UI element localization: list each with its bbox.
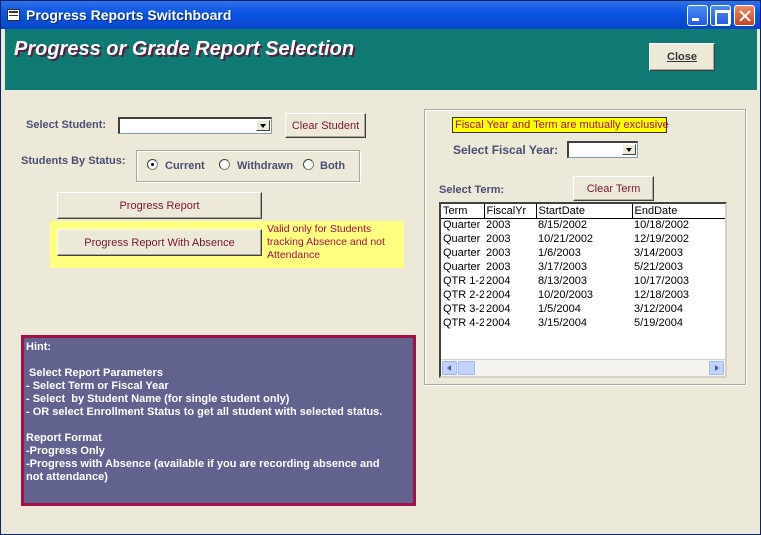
hint-line: not attendance) xyxy=(26,471,108,483)
clear-student-button[interactable]: Clear Student xyxy=(285,113,366,138)
term-cell: 2004 xyxy=(486,289,511,301)
progress-report-button[interactable]: Progress Report xyxy=(57,192,262,219)
term-row[interactable]: QTR 4-2 2004 3/15/2004 5/19/2004 xyxy=(441,316,725,330)
column-header[interactable]: FiscalYr xyxy=(484,204,537,219)
term-cell: 10/21/2002 xyxy=(538,233,594,245)
term-table: Term FiscalYr StartDate EndDate Quarter 2003… xyxy=(441,204,725,330)
fiscal-year-combo[interactable] xyxy=(567,141,638,158)
hint-line: -Progress with Absence (available if you… xyxy=(26,458,380,470)
term-cell: 5/21/2003 xyxy=(634,261,683,273)
hint-line: - Select by Student Name (for single stu… xyxy=(26,393,290,405)
term-cell: QTR 2-2 xyxy=(443,289,484,301)
hint-line: Report Format xyxy=(26,432,102,444)
chevron-down-icon[interactable] xyxy=(622,144,636,155)
hint-line: - OR select Enrollment Status to get all… xyxy=(26,406,383,418)
term-table-header: Term FiscalYr StartDate EndDate xyxy=(441,204,725,219)
select-student-label: Select Student: xyxy=(26,119,107,131)
column-header[interactable]: StartDate xyxy=(536,204,633,219)
term-cell: Quarter xyxy=(443,219,481,232)
hint-line: Hint: xyxy=(26,341,52,353)
term-cell: Quarter xyxy=(443,233,481,245)
term-row[interactable]: Quarter 2003 1/6/2003 3/14/2003 xyxy=(441,246,725,260)
student-combo[interactable] xyxy=(118,117,272,134)
header-band: Progress or Grade Report Selection xyxy=(5,29,757,90)
hint-line xyxy=(26,354,413,367)
progress-report-absence-button[interactable]: Progress Report With Absence xyxy=(57,229,262,256)
term-cell: 1/5/2004 xyxy=(538,303,581,315)
status-option-group: Current Withdrawn Both xyxy=(136,150,360,182)
chevron-down-icon[interactable] xyxy=(256,120,270,131)
term-row[interactable]: QTR 1-2 2004 8/13/2003 10/17/2003 xyxy=(441,274,725,288)
scroll-right-icon[interactable] xyxy=(709,361,724,375)
term-list[interactable]: Term FiscalYr StartDate EndDate Quarter 2003… xyxy=(439,202,727,378)
term-cell: 12/19/2002 xyxy=(634,233,690,245)
hint-line: Select Report Parameters xyxy=(26,367,163,379)
radio-current-label[interactable]: Current xyxy=(165,160,205,172)
select-fiscal-year-label: Select Fiscal Year: xyxy=(453,143,559,157)
title-bar[interactable]: Progress Reports Switchboard xyxy=(1,1,760,29)
term-row[interactable]: QTR 3-2 2004 1/5/2004 3/12/2004 xyxy=(441,302,725,316)
term-cell: 2003 xyxy=(486,219,511,232)
window-close-button[interactable] xyxy=(734,5,755,26)
radio-current[interactable] xyxy=(147,159,158,170)
term-row[interactable]: Quarter 2003 8/15/2002 10/18/2002 xyxy=(441,218,725,232)
term-cell: 8/13/2003 xyxy=(538,275,587,287)
radio-both-label[interactable]: Both xyxy=(320,160,345,172)
term-cell: 10/17/2003 xyxy=(634,275,690,287)
term-cell: 10/18/2002 xyxy=(634,219,690,232)
term-cell: 1/6/2003 xyxy=(538,247,581,259)
term-cell: 2003 xyxy=(486,247,511,259)
term-cell: 10/20/2003 xyxy=(538,289,594,301)
term-cell: Quarter xyxy=(443,247,481,259)
term-cell: 8/15/2002 xyxy=(538,219,587,232)
term-cell: QTR 3-2 xyxy=(443,303,484,315)
term-row[interactable]: QTR 2-2 2004 10/20/2003 12/18/2003 xyxy=(441,288,725,302)
column-header[interactable]: EndDate xyxy=(632,204,725,219)
clear-term-button[interactable]: Clear Term xyxy=(573,176,654,201)
mutually-exclusive-note: Fiscal Year and Term are mutually exclus… xyxy=(452,117,669,133)
term-cell: 5/19/2004 xyxy=(634,317,683,329)
window-title: Progress Reports Switchboard xyxy=(26,7,232,23)
close-button[interactable]: Close xyxy=(649,43,715,71)
term-row[interactable]: Quarter 2003 10/21/2002 12/19/2002 xyxy=(441,232,725,246)
term-cell: Quarter xyxy=(443,261,481,273)
absence-note: Valid only for Students tracking Absence… xyxy=(267,223,385,261)
hint-line xyxy=(26,419,413,432)
column-header[interactable]: Term xyxy=(441,204,485,219)
term-cell: 2003 xyxy=(486,261,511,273)
term-cell: 2004 xyxy=(486,275,511,287)
term-cell: QTR 1-2 xyxy=(443,275,484,287)
select-term-label: Select Term: xyxy=(439,184,505,196)
term-row[interactable]: Quarter 2003 3/17/2003 5/21/2003 xyxy=(441,260,725,274)
hint-box: Hint: Select Report Parameters - Select T… xyxy=(21,335,416,506)
scroll-thumb[interactable] xyxy=(458,361,475,375)
term-cell: 12/18/2003 xyxy=(634,289,690,301)
radio-withdrawn[interactable] xyxy=(219,159,230,170)
term-cell: 3/14/2003 xyxy=(634,247,683,259)
radio-both[interactable] xyxy=(303,159,314,170)
hint-line: -Progress Only xyxy=(26,445,105,457)
term-cell: 3/15/2004 xyxy=(538,317,587,329)
hint-line: - Select Term or Fiscal Year xyxy=(26,380,169,392)
form-icon xyxy=(7,9,20,21)
students-by-status-label: Students By Status: xyxy=(21,155,126,167)
report-switchboard-window: Progress Reports Switchboard Progress or… xyxy=(0,0,761,535)
term-cell: 2004 xyxy=(486,303,511,315)
maximize-button[interactable] xyxy=(710,5,731,26)
page-title: Progress or Grade Report Selection xyxy=(14,38,355,60)
term-cell: 3/17/2003 xyxy=(538,261,587,273)
radio-withdrawn-label[interactable]: Withdrawn xyxy=(237,160,293,172)
term-cell: 3/12/2004 xyxy=(634,303,683,315)
minimize-button[interactable] xyxy=(687,5,708,26)
term-cell: 2003 xyxy=(486,233,511,245)
scroll-left-icon[interactable] xyxy=(442,361,457,375)
term-cell: 2004 xyxy=(486,317,511,329)
horizontal-scrollbar[interactable] xyxy=(441,359,725,376)
term-cell: QTR 4-2 xyxy=(443,317,484,329)
